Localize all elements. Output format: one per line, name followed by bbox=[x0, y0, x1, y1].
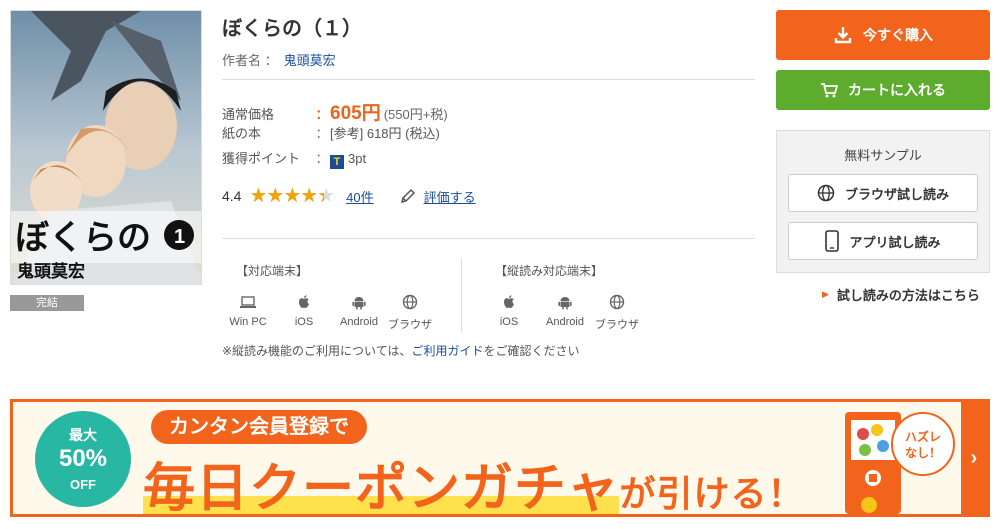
star-rating: ★★★★★ ★★★★★ bbox=[249, 186, 335, 206]
regular-price-tax: (550円+税) bbox=[383, 107, 448, 122]
device-label: Android bbox=[340, 316, 378, 328]
vertical-device-ios: iOS bbox=[487, 294, 531, 332]
note-prefix: ※縦読み機能のご利用については、 bbox=[222, 344, 412, 358]
buy-now-label: 今すぐ購入 bbox=[863, 27, 933, 43]
discount-badge-percent: 50% bbox=[58, 445, 108, 472]
cover-volume-text: 1 bbox=[174, 226, 185, 248]
device-ios: iOS bbox=[276, 294, 332, 332]
usage-guide-link[interactable]: ご利用ガイド bbox=[411, 344, 483, 358]
gacha-machine-icon bbox=[845, 412, 901, 514]
triangle-right-icon: ▶ bbox=[822, 289, 829, 299]
banner-headline-main: 毎日クーポンガチャ bbox=[143, 460, 620, 517]
banner-pill: カンタン会員登録で bbox=[151, 410, 367, 444]
paper-price-row: 紙の本 ： [参考] 618円 (税込) bbox=[222, 123, 448, 148]
points-value-wrap: T 3pt bbox=[330, 151, 366, 169]
points-row: 獲得ポイント ： T 3pt bbox=[222, 148, 448, 173]
laptop-icon bbox=[240, 296, 256, 308]
device-label: Win PC bbox=[229, 316, 267, 328]
globe-icon bbox=[402, 294, 418, 310]
points-separator: ： bbox=[315, 151, 329, 166]
price-table: 通常価格 ： 605円 (550円+税) 紙の本 ： [参考] 618円 (税込… bbox=[222, 98, 448, 173]
vertical-devices-heading: 【縦読み対応端末】 bbox=[495, 264, 604, 278]
star-rating-filled: ★★★★★ bbox=[249, 186, 323, 206]
smartphone-icon bbox=[825, 230, 840, 252]
discount-badge-top: 最大 bbox=[69, 427, 97, 443]
no-miss-bubble: ハズレ なし！ bbox=[891, 412, 955, 476]
globe-icon bbox=[817, 184, 835, 202]
download-icon bbox=[834, 27, 852, 44]
author-row: 作者名 ： 鬼頭莫宏 bbox=[222, 50, 336, 69]
sample-howto-label: 試し読みの方法はこちら bbox=[836, 288, 980, 303]
divider bbox=[222, 238, 755, 239]
divider bbox=[222, 79, 755, 80]
review-count-link[interactable]: 40件 bbox=[346, 187, 373, 206]
cart-icon bbox=[821, 83, 838, 98]
browser-sample-label: ブラウザ試し読み bbox=[844, 186, 949, 202]
paper-price-label: 紙の本 bbox=[222, 126, 262, 141]
no-miss-line2: なし！ bbox=[904, 446, 941, 460]
android-icon bbox=[352, 297, 366, 310]
buy-now-button[interactable]: 今すぐ購入 bbox=[776, 10, 990, 60]
device-label: Android bbox=[546, 316, 584, 328]
banner-headline-small: が引ける！ bbox=[619, 473, 805, 514]
chevron-right-icon[interactable]: › bbox=[961, 402, 987, 514]
regular-price-label: 通常価格 bbox=[222, 107, 275, 122]
points-label: 獲得ポイント bbox=[222, 151, 301, 166]
apple-icon bbox=[299, 295, 309, 308]
vertical-device-android: Android bbox=[537, 294, 593, 332]
regular-price-value: 605円 bbox=[330, 103, 381, 124]
status-badge: 完結 bbox=[10, 295, 84, 311]
regular-price-row: 通常価格 ： 605円 (550円+税) bbox=[222, 98, 448, 124]
paper-price-separator: ： bbox=[315, 126, 329, 141]
vertical-device-browser: ブラウザ bbox=[593, 294, 641, 332]
add-to-cart-label: カートに入れる bbox=[848, 82, 946, 98]
author-link[interactable]: 鬼頭莫宏 bbox=[284, 53, 336, 68]
write-review-label: 評価する bbox=[423, 189, 476, 205]
coupon-gacha-banner[interactable]: 最大 50% OFF カンタン会員登録で 毎日クーポンガチャが引ける！ ハズレ … bbox=[10, 399, 990, 517]
device-label: ブラウザ bbox=[388, 319, 432, 331]
device-browser: ブラウザ bbox=[386, 294, 434, 332]
free-sample-title: 無料サンプル bbox=[844, 148, 922, 163]
device-android: Android bbox=[332, 294, 386, 332]
pencil-icon bbox=[400, 188, 415, 204]
vertical-devices-list: iOS Android ブラウザ bbox=[487, 294, 641, 332]
page-title: ぼくらの（１） bbox=[222, 18, 362, 40]
supported-devices-heading: 【対応端末】 bbox=[236, 264, 309, 278]
note-suffix: をご確認ください bbox=[483, 344, 580, 358]
device-label: iOS bbox=[499, 316, 519, 328]
no-miss-line1: ハズレ bbox=[904, 430, 941, 444]
banner-headline: 毎日クーポンガチャが引ける！ bbox=[143, 446, 805, 517]
globe-icon bbox=[609, 294, 625, 310]
paper-price-value: [参考] 618円 (税込) bbox=[330, 126, 440, 141]
regular-price-separator: ： bbox=[315, 107, 329, 122]
device-winpc: Win PC bbox=[226, 294, 270, 332]
discount-badge: 最大 50% OFF bbox=[35, 411, 131, 507]
app-sample-button[interactable]: アプリ試し読み bbox=[788, 222, 978, 260]
apple-icon bbox=[504, 295, 514, 308]
supported-devices-list: Win PC iOS Android ブラウザ bbox=[226, 294, 434, 332]
add-to-cart-button[interactable]: カートに入れる bbox=[776, 70, 990, 110]
browser-sample-button[interactable]: ブラウザ試し読み bbox=[788, 174, 978, 212]
device-label: ブラウザ bbox=[595, 319, 639, 331]
vertical-reading-note: ※縦読み機能のご利用については、ご利用ガイドをご確認ください bbox=[222, 342, 580, 359]
rating-score: 4.4 bbox=[222, 188, 242, 204]
rating-row: 4.4 ★★★★★ ★★★★★ 40件 評価する bbox=[222, 186, 476, 206]
android-icon bbox=[558, 297, 572, 310]
sample-howto-link[interactable]: ▶ 試し読みの方法はこちら bbox=[822, 285, 980, 304]
device-label: iOS bbox=[294, 316, 314, 328]
t-point-icon: T bbox=[330, 155, 344, 169]
app-sample-label: アプリ試し読み bbox=[849, 234, 941, 250]
book-cover-image[interactable]: ぼくらの 1 鬼頭莫宏 bbox=[10, 10, 202, 285]
discount-badge-bottom: OFF bbox=[70, 477, 96, 492]
write-review-link[interactable]: 評価する bbox=[400, 187, 476, 206]
author-label: 作者名 ： bbox=[222, 53, 278, 68]
free-sample-panel: 無料サンプル ブラウザ試し読み アプリ試し読み bbox=[776, 130, 990, 273]
points-value: 3pt bbox=[348, 151, 367, 166]
cover-author-text: 鬼頭莫宏 bbox=[17, 261, 85, 281]
divider-vertical bbox=[461, 258, 462, 332]
cover-title-text: ぼくらの bbox=[15, 219, 151, 257]
